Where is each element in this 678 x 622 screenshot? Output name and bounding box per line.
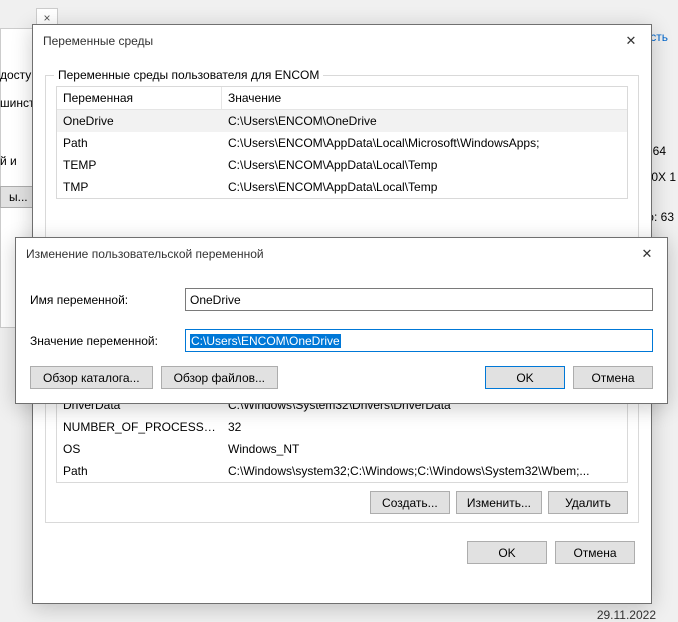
cancel-button[interactable]: Отмена [573, 366, 653, 389]
dialog-title: Переменные среды [43, 34, 153, 48]
col-header-name[interactable]: Переменная [57, 87, 222, 109]
browse-directory-button[interactable]: Обзор каталога... [30, 366, 153, 389]
cell-var-value: C:\Users\ENCOM\AppData\Local\Temp [222, 178, 627, 196]
ok-button[interactable]: OK [467, 541, 547, 564]
cell-var-name: TMP [57, 178, 222, 196]
edit-var-dialog: Изменение пользовательской переменной ✕ … [15, 237, 668, 404]
cell-var-name: TEMP [57, 156, 222, 174]
table-row[interactable]: TEMPC:\Users\ENCOM\AppData\Local\Temp [57, 154, 627, 176]
cell-var-name: Path [57, 134, 222, 152]
cell-var-value: C:\Windows\system32;C:\Windows;C:\Window… [222, 462, 627, 480]
edit-button[interactable]: Изменить... [456, 491, 542, 514]
titlebar: Переменные среды ✕ [33, 25, 651, 57]
var-name-input[interactable] [185, 288, 653, 311]
cell-var-name: NUMBER_OF_PROCESSORS [57, 418, 222, 436]
delete-button[interactable]: Удалить [548, 491, 628, 514]
var-value-label: Значение переменной: [30, 334, 185, 348]
bg-right-fragment: 64 [653, 144, 666, 158]
table-row[interactable]: TMPC:\Users\ENCOM\AppData\Local\Temp [57, 176, 627, 198]
cell-var-value: 32 [222, 418, 627, 436]
cell-var-name: OneDrive [57, 112, 222, 130]
table-row[interactable]: OneDriveC:\Users\ENCOM\OneDrive [57, 110, 627, 132]
table-row[interactable]: OSWindows_NT [57, 438, 627, 460]
user-vars-table[interactable]: Переменная Значение OneDriveC:\Users\ENC… [56, 86, 628, 199]
bg-side-label: й и [0, 154, 17, 168]
ok-button[interactable]: OK [485, 366, 565, 389]
cell-var-value: Windows_NT [222, 440, 627, 458]
user-vars-group: Переменные среды пользователя для ENCOM … [45, 75, 639, 239]
titlebar: Изменение пользовательской переменной ✕ [16, 238, 667, 270]
table-row[interactable]: PathC:\Users\ENCOM\AppData\Local\Microso… [57, 132, 627, 154]
cell-var-name: OS [57, 440, 222, 458]
close-icon[interactable]: ✕ [637, 244, 657, 264]
user-vars-legend: Переменные среды пользователя для ENCOM [54, 68, 323, 82]
var-value-input[interactable]: C:\Users\ENCOM\OneDrive [185, 329, 653, 352]
dialog-title: Изменение пользовательской переменной [26, 247, 264, 261]
var-name-label: Имя переменной: [30, 293, 185, 307]
col-header-value[interactable]: Значение [222, 87, 627, 109]
var-value-selected-text: C:\Users\ENCOM\OneDrive [190, 334, 341, 348]
cell-var-value: C:\Users\ENCOM\OneDrive [222, 112, 627, 130]
new-button[interactable]: Создать... [370, 491, 450, 514]
cell-var-value: C:\Users\ENCOM\AppData\Local\Microsoft\W… [222, 134, 627, 152]
cell-var-value: C:\Users\ENCOM\AppData\Local\Temp [222, 156, 627, 174]
table-row[interactable]: NUMBER_OF_PROCESSORS32 [57, 416, 627, 438]
cancel-button[interactable]: Отмена [555, 541, 635, 564]
cell-var-name: Path [57, 462, 222, 480]
table-row[interactable]: PathC:\Windows\system32;C:\Windows;C:\Wi… [57, 460, 627, 482]
close-icon[interactable]: ✕ [621, 31, 641, 51]
bg-install-date: 29.11.2022 [597, 608, 656, 622]
browse-files-button[interactable]: Обзор файлов... [161, 366, 278, 389]
